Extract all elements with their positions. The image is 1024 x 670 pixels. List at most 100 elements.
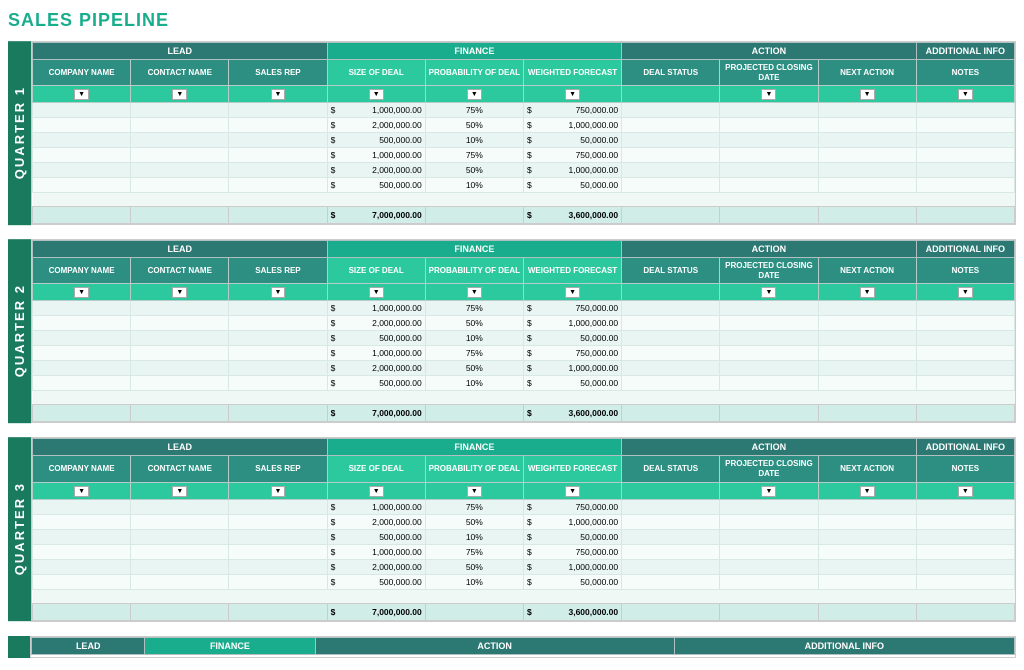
filter-cell-col-9: ▼ xyxy=(916,86,1014,103)
total-size-quarter-2: $7,000,000.00 xyxy=(327,405,425,422)
filter-cell-col-7: ▼ xyxy=(720,86,818,103)
data-cell-right-3-row-2 xyxy=(916,529,1014,544)
data-cell-lead-2-row-3 xyxy=(229,148,327,163)
data-cell-lead-1-row-4 xyxy=(131,559,229,574)
data-cell-prob-row-0: 75% xyxy=(425,301,523,316)
total-prob-empty-quarter-2 xyxy=(425,405,523,422)
data-cell-right-2-row-4 xyxy=(818,361,916,376)
data-cell-right-2-row-2 xyxy=(818,529,916,544)
group-header-finance: FINANCE xyxy=(327,43,622,60)
data-cell-right-2-row-4 xyxy=(818,559,916,574)
data-cell-right-0-row-3 xyxy=(622,148,720,163)
data-cell-right-1-row-5 xyxy=(720,376,818,391)
data-cell-lead-0-row-4 xyxy=(33,361,131,376)
total-prob-empty-quarter-1 xyxy=(425,207,523,224)
data-cell-lead-0-row-1 xyxy=(33,118,131,133)
table-row: $2,000,000.0050%$1,000,000.00 xyxy=(33,316,1015,331)
empty-cell-0 xyxy=(33,391,131,405)
data-cell-prob-row-5: 10% xyxy=(425,376,523,391)
col-header-sales-rep: SALES REP xyxy=(229,456,327,482)
filter-btn-col-7[interactable]: ▼ xyxy=(761,287,776,298)
filter-btn-col-1[interactable]: ▼ xyxy=(172,89,187,100)
data-cell-right-2-row-1 xyxy=(818,514,916,529)
col-header-size-of-deal: SIZE OF DEAL xyxy=(327,456,425,482)
filter-btn-col-3[interactable]: ▼ xyxy=(369,89,384,100)
data-cell-right-3-row-4 xyxy=(916,559,1014,574)
filter-btn-col-0[interactable]: ▼ xyxy=(74,486,89,497)
filter-btn-col-4[interactable]: ▼ xyxy=(467,486,482,497)
group-header-action: ACTION xyxy=(622,241,917,258)
data-cell-lead-0-row-2 xyxy=(33,529,131,544)
data-cell-right-2-row-5 xyxy=(818,376,916,391)
col-header-sales-rep: SALES REP xyxy=(229,258,327,284)
filter-cell-col-7: ▼ xyxy=(720,482,818,499)
data-cell-lead-1-row-4 xyxy=(131,163,229,178)
filter-cell-col-3: ▼ xyxy=(327,86,425,103)
filter-btn-col-3[interactable]: ▼ xyxy=(369,287,384,298)
bottom-finance-header: FINANCE xyxy=(145,637,315,654)
filter-btn-col-9[interactable]: ▼ xyxy=(958,486,973,497)
total-row-quarter-3: $7,000,000.00$3,600,000.00 xyxy=(33,603,1015,620)
filter-btn-col-5[interactable]: ▼ xyxy=(565,89,580,100)
col-header-next-action: NEXT ACTION xyxy=(818,258,916,284)
data-cell-lead-0-row-0 xyxy=(33,301,131,316)
filter-btn-col-2[interactable]: ▼ xyxy=(271,287,286,298)
data-cell-dollar-row-1: $2,000,000.00 xyxy=(327,514,425,529)
data-cell-right-1-row-2 xyxy=(720,529,818,544)
data-cell-right-0-row-3 xyxy=(622,346,720,361)
data-cell-lead-2-row-5 xyxy=(229,574,327,589)
group-header-additional-info: ADDITIONAL INFO xyxy=(916,43,1014,60)
empty-cell-1 xyxy=(131,193,229,207)
filter-btn-col-7[interactable]: ▼ xyxy=(761,89,776,100)
filter-btn-col-4[interactable]: ▼ xyxy=(467,287,482,298)
empty-cell-8 xyxy=(818,391,916,405)
data-cell-prob-row-5: 10% xyxy=(425,178,523,193)
filter-btn-col-7[interactable]: ▼ xyxy=(761,486,776,497)
group-header-action: ACTION xyxy=(622,439,917,456)
filter-cell-col-9: ▼ xyxy=(916,284,1014,301)
filter-btn-col-5[interactable]: ▼ xyxy=(565,486,580,497)
total-empty-0 xyxy=(33,405,131,422)
filter-btn-col-2[interactable]: ▼ xyxy=(271,89,286,100)
quarter-1-label: QUARTER 1 xyxy=(8,41,31,225)
filter-btn-col-4[interactable]: ▼ xyxy=(467,89,482,100)
empty-cell-6 xyxy=(622,589,720,603)
col-header-sales-rep: SALES REP xyxy=(229,60,327,86)
table-row: $1,000,000.0075%$750,000.00 xyxy=(33,301,1015,316)
data-cell-right-2-row-0 xyxy=(818,499,916,514)
filter-cell-col-1: ▼ xyxy=(131,86,229,103)
data-cell-dollar-row-1: $2,000,000.00 xyxy=(327,118,425,133)
table-row: $1,000,000.0075%$750,000.00 xyxy=(33,148,1015,163)
filter-btn-col-0[interactable]: ▼ xyxy=(74,89,89,100)
data-cell-prob-row-1: 50% xyxy=(425,118,523,133)
filter-btn-col-8[interactable]: ▼ xyxy=(860,287,875,298)
data-cell-right-2-row-0 xyxy=(818,301,916,316)
bottom-addinfo-header: ADDITIONAL INFO xyxy=(674,637,1014,654)
filter-btn-col-8[interactable]: ▼ xyxy=(860,89,875,100)
filter-btn-col-1[interactable]: ▼ xyxy=(172,486,187,497)
group-header-finance: FINANCE xyxy=(327,241,622,258)
bottom-table: LEAD FINANCE ACTION ADDITIONAL INFO xyxy=(30,636,1016,658)
data-cell-dollar-row-5: $500,000.00 xyxy=(327,178,425,193)
quarter-2-section: QUARTER 2LEADFINANCEACTIONADDITIONAL INF… xyxy=(8,239,1016,423)
table-row: $1,000,000.0075%$750,000.00 xyxy=(33,346,1015,361)
quarter-3-group-header-row: LEADFINANCEACTIONADDITIONAL INFO xyxy=(33,439,1015,456)
filter-btn-col-9[interactable]: ▼ xyxy=(958,89,973,100)
filter-btn-col-1[interactable]: ▼ xyxy=(172,287,187,298)
filter-btn-col-9[interactable]: ▼ xyxy=(958,287,973,298)
data-cell-dollar-row-4: $2,000,000.00 xyxy=(327,361,425,376)
col-header-weighted-forecast: WEIGHTED FORECAST xyxy=(523,258,621,284)
filter-btn-col-3[interactable]: ▼ xyxy=(369,486,384,497)
data-cell-right-1-row-1 xyxy=(720,316,818,331)
quarter-2-table-container: LEADFINANCEACTIONADDITIONAL INFOCOMPANY … xyxy=(31,239,1016,423)
filter-btn-col-8[interactable]: ▼ xyxy=(860,486,875,497)
filter-cell-col-2: ▼ xyxy=(229,86,327,103)
data-cell-dollar-row-3: $1,000,000.00 xyxy=(327,346,425,361)
empty-cell-2 xyxy=(229,391,327,405)
empty-cell-3 xyxy=(327,391,425,405)
filter-btn-col-2[interactable]: ▼ xyxy=(271,486,286,497)
data-cell-lead-2-row-1 xyxy=(229,118,327,133)
table-row: $1,000,000.0075%$750,000.00 xyxy=(33,499,1015,514)
filter-btn-col-5[interactable]: ▼ xyxy=(565,287,580,298)
filter-btn-col-0[interactable]: ▼ xyxy=(74,287,89,298)
